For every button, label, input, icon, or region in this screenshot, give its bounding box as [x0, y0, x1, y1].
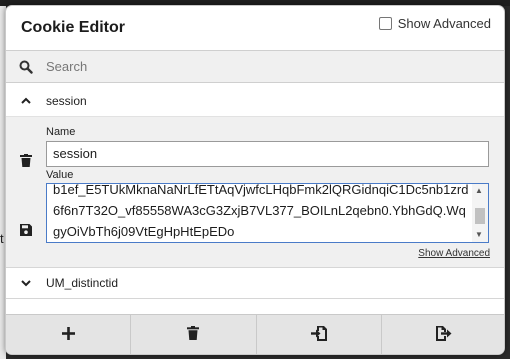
delete-cookie-icon[interactable]: [18, 152, 34, 168]
search-input[interactable]: [46, 52, 486, 81]
show-advanced-link[interactable]: Show Advanced: [418, 248, 490, 259]
show-advanced-checkbox[interactable]: [378, 17, 392, 30]
cookie-header-session[interactable]: session: [6, 85, 504, 117]
scroll-up-icon[interactable]: ▲: [475, 186, 483, 196]
name-label: Name: [46, 126, 76, 138]
export-icon: [435, 325, 452, 346]
import-icon: [310, 325, 327, 346]
cookie-header-um-distinctid[interactable]: UM_distinctid: [6, 267, 504, 299]
add-cookie-button[interactable]: [6, 315, 132, 354]
cookie-name: UM_distinctid: [46, 276, 119, 290]
cookie-value-field[interactable]: b1ef_E5TUkMknaNaNrLfETtAqVjwfcLHqbFmk2lQ…: [46, 183, 489, 243]
cookie-name-field[interactable]: session: [46, 141, 489, 167]
import-button[interactable]: [257, 315, 382, 354]
save-cookie-icon[interactable]: [18, 222, 34, 238]
trash-icon: [187, 326, 200, 345]
chevron-up-icon: [6, 97, 46, 104]
plus-icon: [61, 326, 75, 345]
header: Cookie Editor Show Advanced: [6, 6, 504, 48]
bottom-toolbar: [6, 314, 504, 354]
scroll-thumb[interactable]: [475, 208, 485, 224]
cookie-details-session: Name session Value b1ef_E5TUkMknaNaNrLfE…: [6, 117, 504, 267]
show-advanced-label: Show Advanced: [397, 16, 491, 31]
search-icon: [6, 60, 46, 74]
value-scrollbar[interactable]: ▲ ▼: [472, 184, 488, 242]
scroll-down-icon[interactable]: ▼: [475, 230, 483, 240]
delete-all-button[interactable]: [131, 315, 257, 354]
cookie-editor-popup: Cookie Editor Show Advanced session: [5, 5, 505, 355]
app-title: Cookie Editor: [21, 19, 126, 36]
show-advanced-toggle[interactable]: Show Advanced: [378, 16, 491, 31]
value-label: Value: [46, 169, 74, 181]
export-button[interactable]: [382, 315, 504, 354]
cookie-value-text: b1ef_E5TUkMknaNaNrLfETtAqVjwfcLHqbFmk2lQ…: [53, 183, 469, 239]
cookie-name: session: [46, 93, 87, 108]
chevron-down-icon: [6, 279, 46, 287]
search-bar: [6, 50, 504, 83]
